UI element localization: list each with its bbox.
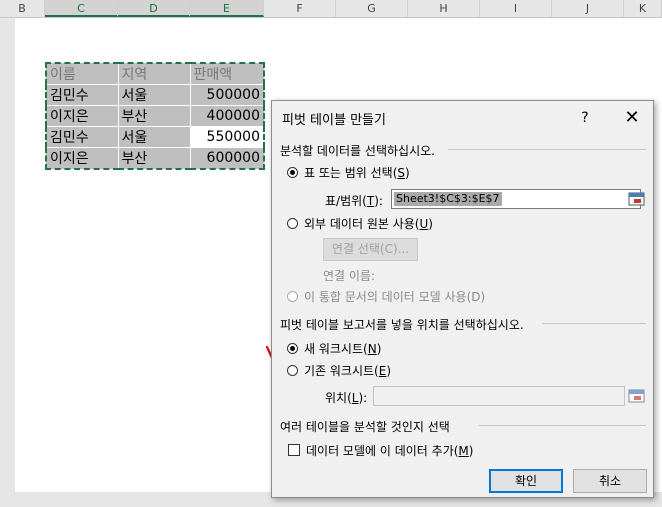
radio-new-worksheet-label[interactable]: 새 워크시트(N) (304, 340, 381, 357)
table-row: 김민수 서울 500000 (45, 84, 265, 106)
access-key: M (458, 444, 469, 458)
column-header-label: J (585, 2, 590, 15)
table-cell[interactable]: 판매액 (189, 62, 265, 85)
help-icon: ? (581, 110, 589, 126)
table-cell[interactable]: 지역 (117, 62, 191, 85)
table-header-row: 이름 지역 판매액 (45, 62, 265, 85)
close-button[interactable]: ✕ (612, 102, 652, 134)
table-row: 이지은 부산 600000 (45, 147, 265, 170)
radio-table-range[interactable] (287, 167, 298, 178)
radio-data-model[interactable] (287, 291, 298, 302)
divider (542, 323, 646, 324)
column-header-label: K (638, 2, 647, 15)
active-cell[interactable]: 550000 (189, 126, 265, 148)
connection-name-label: 연결 이름: (323, 269, 376, 283)
table-cell[interactable]: 이지은 (45, 147, 119, 170)
table-row: 김민수 서울 550000 (45, 126, 265, 148)
column-header-label: E (223, 2, 230, 15)
table-cell[interactable]: 부산 (117, 105, 191, 127)
table-range-input[interactable]: Sheet3!$C$3:$E$7 (391, 189, 641, 209)
cancel-button[interactable]: 취소 (573, 469, 647, 493)
column-header-I[interactable]: I (480, 0, 552, 17)
label-text: 기존 워크시트( (304, 364, 379, 378)
table-cell[interactable]: 이지은 (45, 105, 119, 127)
range-select-icon[interactable] (628, 388, 646, 404)
column-header-J[interactable]: J (552, 0, 624, 17)
table-cell[interactable]: 부산 (117, 147, 191, 170)
help-button[interactable]: ? (567, 102, 603, 134)
access-key: E (378, 364, 387, 378)
column-header-B[interactable]: B (0, 0, 45, 17)
label-text: 데이터 모델에 이 데이터 추가( (306, 444, 459, 458)
access-key: L (351, 391, 359, 405)
section-select-data-label: 분석할 데이터를 선택하십시오. (280, 144, 435, 158)
location-field-label: 위치(L): (325, 391, 368, 405)
column-header-label: D (149, 2, 158, 15)
column-header-bar: B C D E F G H I J K (0, 0, 662, 18)
radio-existing-worksheet-label[interactable]: 기존 워크시트(E) (304, 362, 391, 379)
table-cell[interactable]: 김민수 (45, 84, 119, 106)
divider (448, 149, 646, 150)
table-cell[interactable]: 김민수 (45, 126, 119, 148)
column-header-label: G (367, 2, 376, 15)
column-header-E[interactable]: E (190, 0, 264, 17)
label-text: 위치( (325, 391, 352, 405)
access-key: U (419, 217, 429, 231)
column-header-H[interactable]: H (408, 0, 480, 17)
radio-existing-worksheet[interactable] (287, 365, 298, 376)
location-input[interactable] (373, 386, 625, 406)
column-header-K[interactable]: K (624, 0, 662, 17)
radio-external-source[interactable] (287, 218, 298, 229)
table-cell[interactable]: 서울 (117, 84, 191, 106)
access-key: N (367, 342, 377, 356)
row-header-bar (0, 18, 15, 492)
range-field-label: 표/범위(T): (325, 194, 383, 208)
divider (479, 425, 646, 426)
label-text: 표/범위( (325, 194, 367, 208)
column-header-G[interactable]: G (336, 0, 408, 17)
radio-table-range-label[interactable]: 표 또는 범위 선택(S) (304, 164, 410, 181)
choose-connection-button[interactable]: 연결 선택(C)... (323, 238, 418, 261)
radio-new-worksheet[interactable] (287, 343, 298, 354)
radio-data-model-label[interactable]: 이 통합 문서의 데이터 모델 사용(D) (304, 288, 485, 305)
add-to-data-model-checkbox[interactable] (288, 444, 300, 456)
column-header-label: H (439, 2, 448, 15)
access-key: T (366, 194, 375, 208)
range-select-icon[interactable] (628, 191, 646, 207)
data-table: 이름 지역 판매액 김민수 서울 500000 이지은 부산 400000 김민… (45, 62, 265, 170)
column-header-label: C (77, 2, 85, 15)
close-icon: ✕ (624, 107, 640, 128)
table-cell[interactable]: 이름 (45, 62, 119, 85)
column-header-C[interactable]: C (45, 0, 118, 17)
access-key: S (397, 166, 406, 180)
label-text: 외부 데이터 원본 사용( (304, 217, 420, 231)
create-pivottable-dialog: 피벗 테이블 만들기 ? ✕ 분석할 데이터를 선택하십시오. 표 또는 범위 … (271, 100, 654, 498)
section-multiple-tables-label: 여러 테이블을 분석할 것인지 선택 (280, 420, 450, 434)
table-range-value: Sheet3!$C$3:$E$7 (394, 192, 502, 206)
column-header-F[interactable]: F (264, 0, 336, 17)
add-to-data-model-label[interactable]: 데이터 모델에 이 데이터 추가(M) (306, 442, 473, 459)
label-text: 표 또는 범위 선택( (304, 166, 398, 180)
column-header-label: I (513, 2, 518, 15)
table-cell[interactable]: 서울 (117, 126, 191, 148)
dialog-title: 피벗 테이블 만들기 (282, 113, 386, 128)
label-text: 새 워크시트( (304, 342, 368, 356)
ok-button[interactable]: 확인 (489, 469, 563, 493)
table-cell[interactable]: 400000 (189, 105, 265, 127)
table-cell[interactable]: 600000 (189, 147, 265, 170)
table-row: 이지은 부산 400000 (45, 105, 265, 127)
radio-external-source-label[interactable]: 외부 데이터 원본 사용(U) (304, 215, 433, 232)
table-cell[interactable]: 500000 (189, 84, 265, 106)
column-header-label: F (296, 2, 303, 15)
column-header-D[interactable]: D (118, 0, 190, 17)
section-location-label: 피벗 테이블 보고서를 넣을 위치를 선택하십시오. (280, 318, 524, 332)
column-header-label: B (18, 2, 26, 15)
